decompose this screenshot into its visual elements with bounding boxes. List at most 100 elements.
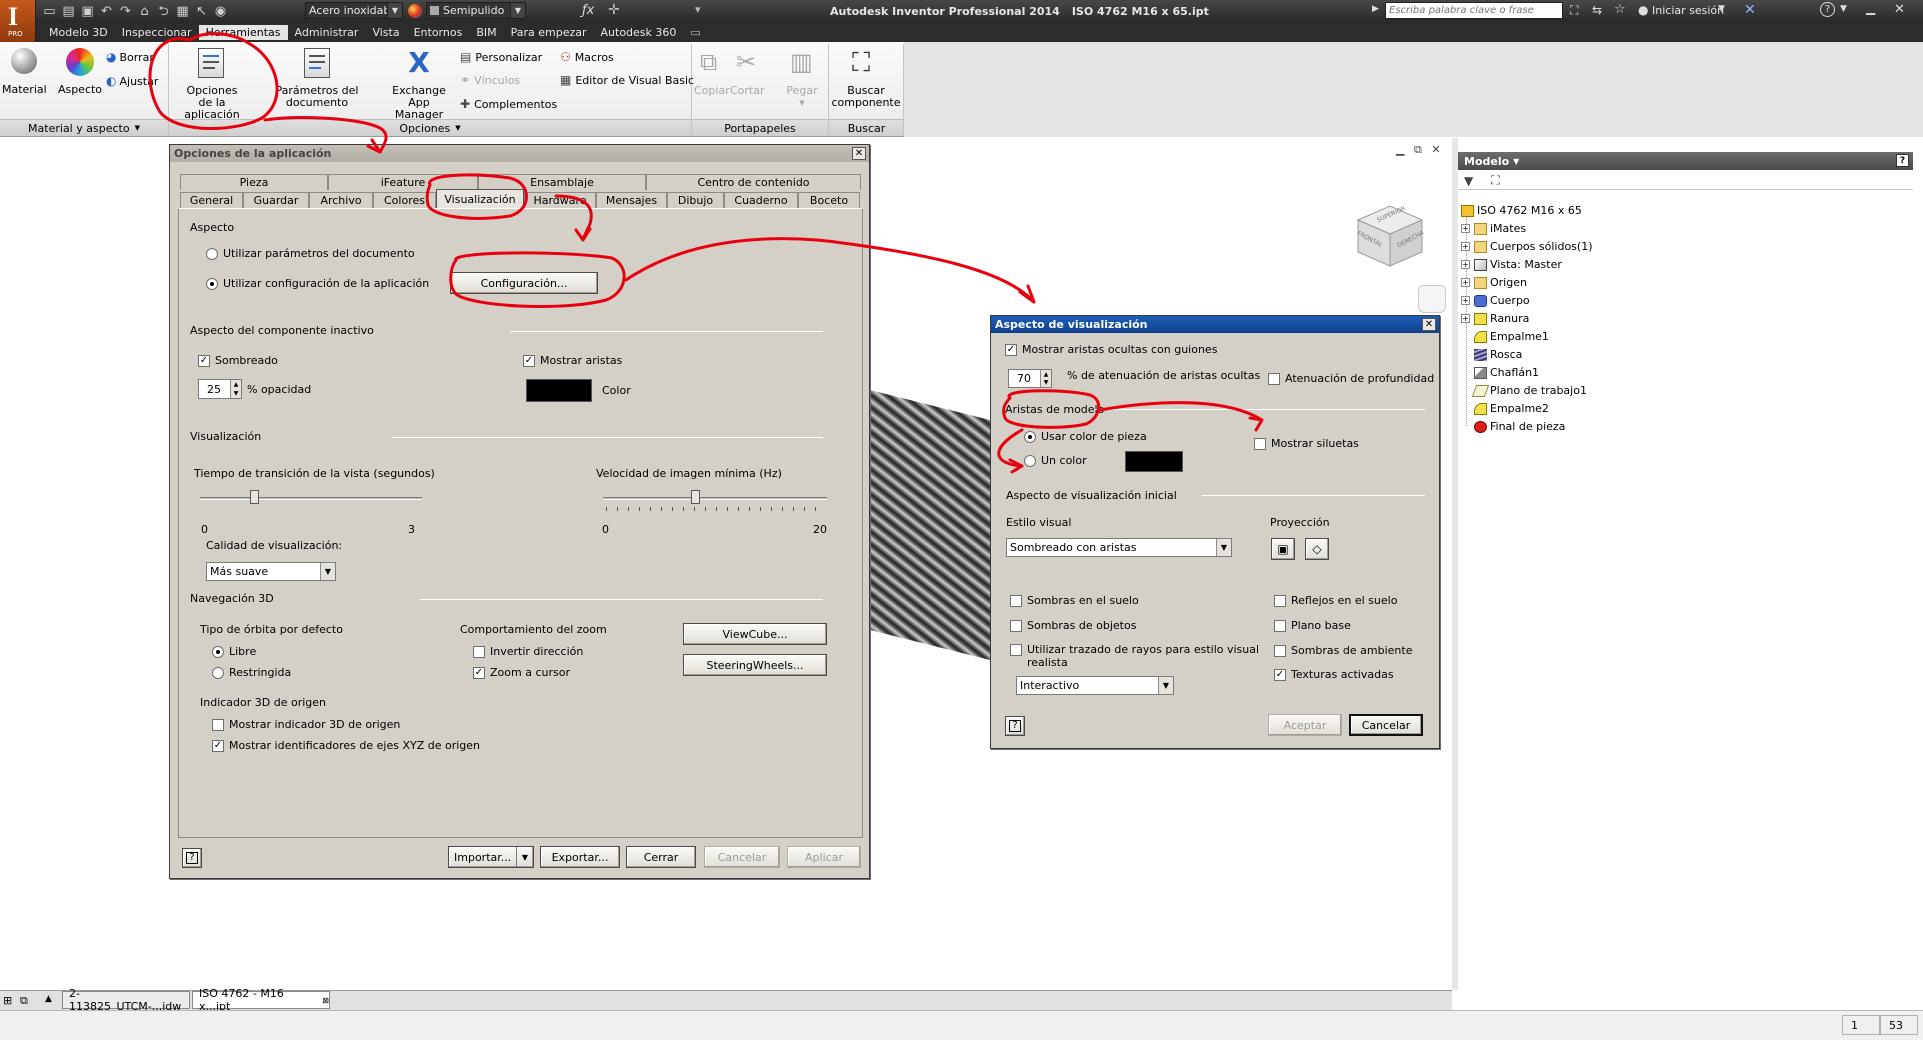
sombras-ambiente-checkbox[interactable]: Sombras de ambiente [1274, 644, 1412, 657]
communication-icon[interactable]: ⇆ [1592, 3, 1602, 17]
app-logo[interactable]: I PRO [0, 0, 36, 42]
copiar-button[interactable]: ⧉ Copiar [694, 46, 730, 98]
mostrar-ocultas-checkbox[interactable]: ✓ Mostrar aristas ocultas con guiones [1005, 343, 1217, 356]
signin-chevron-icon[interactable]: ▼ [1718, 4, 1725, 14]
undo-icon[interactable]: ↶ [99, 4, 114, 19]
atenuacion-stepper[interactable]: 70 ▲ ▼ [1008, 369, 1052, 388]
tab-colores[interactable]: Colores [373, 192, 436, 208]
estilo-select[interactable]: Sombreado con aristas ▼ [1006, 538, 1232, 557]
tab-ifeature[interactable]: iFeature [328, 174, 478, 190]
filter-icon[interactable]: ▼ [1464, 174, 1473, 188]
parametros-documento-button[interactable]: Parámetros del documento [252, 46, 382, 109]
tab-ensamblaje[interactable]: Ensamblaje [478, 174, 646, 190]
mostrar-indicador-checkbox[interactable]: Mostrar indicador 3D de origen [212, 718, 400, 731]
open-icon[interactable]: ▤ [61, 4, 76, 19]
tree-item-plano[interactable]: Plano de trabajo1 [1471, 383, 1587, 398]
vis-help-button[interactable]: ? [1005, 716, 1025, 736]
save-icon[interactable]: ▣ [80, 4, 95, 19]
cascade-icon[interactable]: ⧉ [20, 994, 28, 1008]
ribbon-toggle-icon[interactable]: ▭ [683, 25, 707, 40]
calidad-select[interactable]: Más suave ▼ [206, 562, 336, 581]
bolt-model[interactable] [870, 390, 990, 660]
tree-item-imates[interactable]: + iMates [1461, 221, 1526, 236]
cortar-button[interactable]: ✂ Cortar [730, 46, 765, 98]
zoom-cursor-checkbox[interactable]: ✓ Zoom a cursor [473, 666, 570, 679]
close-icon[interactable]: ✕ [1422, 318, 1436, 331]
tree-item-cuerpos[interactable]: + Cuerpos sólidos(1) [1461, 239, 1592, 254]
tab-mensajes[interactable]: Mensajes [596, 192, 667, 208]
sombras-objetos-checkbox[interactable]: Sombras de objetos [1010, 619, 1136, 632]
expand-icon[interactable]: + [1461, 224, 1470, 233]
personalizar-button[interactable]: ▤ Personalizar [460, 50, 542, 64]
material-button[interactable]: Material [2, 46, 47, 98]
finish-dropdown[interactable]: Semipulido ▼ [426, 2, 526, 19]
viewcube[interactable]: SUPERIOR FRONTAL DERECHA [1350, 190, 1430, 270]
tab-centro-contenido[interactable]: Centro de contenido [646, 174, 861, 190]
doc-tab-idw[interactable]: 2-113825_UTCM-...idw [62, 987, 190, 1013]
tab-herramientas[interactable]: Herramientas [198, 24, 288, 40]
un-color-swatch[interactable] [1125, 451, 1183, 472]
borrar-button[interactable]: ◕ Borrar [106, 50, 154, 64]
importar-button[interactable]: Importar... ▼ [448, 846, 534, 868]
redo-icon[interactable]: ↷ [118, 4, 133, 19]
tree-item-rosca[interactable]: Rosca [1474, 347, 1522, 362]
tab-autodesk-360[interactable]: Autodesk 360 [594, 25, 684, 40]
texturas-checkbox[interactable]: ✓ Texturas activadas [1274, 668, 1394, 681]
cancelar-button[interactable]: Cancelar [704, 846, 780, 868]
mostrar-ids-checkbox[interactable]: ✓ Mostrar identificadores de ejes XYZ de … [212, 739, 480, 752]
help-chevron-icon[interactable]: ▼ [1840, 4, 1847, 14]
search-input[interactable] [1385, 2, 1563, 19]
velocidad-slider-thumb[interactable] [691, 490, 700, 504]
home-view-icon[interactable] [1418, 285, 1446, 313]
projection-orthographic-button[interactable]: ▣ [1271, 538, 1295, 560]
vinculos-button[interactable]: ⚭ Vínculos [460, 73, 520, 87]
tree-item-vista[interactable]: + Vista: Master [1461, 257, 1562, 272]
material-dropdown[interactable]: Acero inoxidabl ▼ [305, 2, 403, 19]
tab-inspeccionar[interactable]: Inspeccionar [115, 25, 199, 40]
radio-un-color[interactable]: Un color [1024, 454, 1087, 467]
fx-icon[interactable]: ƒx [582, 3, 594, 18]
tab-pieza[interactable]: Pieza [180, 174, 328, 190]
opciones-aplicacion-button[interactable]: Opciones de la aplicación [172, 46, 252, 121]
search-expand-icon[interactable]: ▶ [1372, 4, 1379, 14]
tab-guardar[interactable]: Guardar [243, 192, 309, 208]
expand-icon[interactable]: + [1461, 278, 1470, 287]
tiempo-slider-thumb[interactable] [250, 490, 259, 504]
qat-more-icon[interactable]: ▾ [695, 3, 701, 16]
radio-libre[interactable]: Libre [212, 645, 256, 658]
atenuacion-profundidad-checkbox[interactable]: Atenuación de profundidad [1268, 372, 1434, 385]
tree-item-empalme2[interactable]: Empalme2 [1474, 401, 1549, 416]
radio-usar-aplicacion[interactable]: Utilizar configuración de la aplicación [206, 277, 429, 290]
steeringwheels-button[interactable]: SteeringWheels... [683, 654, 827, 676]
help-icon[interactable]: ? [1820, 2, 1835, 17]
mostrar-siluetas-checkbox[interactable]: Mostrar siluetas [1254, 437, 1359, 450]
expand-icon[interactable]: + [1461, 260, 1470, 269]
restore-icon[interactable]: ⧉ [1414, 143, 1422, 156]
help-button[interactable]: ? [182, 848, 202, 868]
color-swatch-button[interactable] [526, 379, 592, 402]
binoculars-icon[interactable]: ⛶ [1570, 3, 1578, 18]
close-app-icon[interactable]: ✕ [1894, 2, 1905, 17]
radio-usar-color-pieza[interactable]: Usar color de pieza [1024, 430, 1147, 443]
browser-help-icon[interactable]: ? [1896, 154, 1909, 167]
tab-boceto[interactable]: Boceto [798, 192, 860, 208]
aceptar-button[interactable]: Aceptar [1268, 714, 1342, 736]
tab-vista[interactable]: Vista [365, 25, 406, 40]
tree-item-chaflan1[interactable]: Chaflán1 [1474, 365, 1539, 380]
configuracion-button[interactable]: Configuración... [450, 272, 598, 294]
tab-dibujo[interactable]: Dibujo [667, 192, 724, 208]
cerrar-button[interactable]: Cerrar [626, 846, 696, 868]
plano-base-checkbox[interactable]: Plano base [1274, 619, 1351, 632]
aplicar-button[interactable]: Aplicar [787, 846, 861, 868]
panel-material-aspecto[interactable]: Material y aspecto ▼ [0, 120, 168, 136]
crosshair-icon[interactable]: ✛ [608, 2, 620, 18]
restore-minimize-icon[interactable]: ▁ [1396, 143, 1404, 156]
expand-icon[interactable]: + [1461, 242, 1470, 251]
exchange-app-manager-button[interactable]: X Exchange App Manager [384, 46, 454, 121]
aspecto-button[interactable]: Aspecto [56, 46, 104, 98]
vis-cancelar-button[interactable]: Cancelar [1349, 714, 1423, 736]
new-icon[interactable]: ▭ [42, 4, 57, 19]
select-icon[interactable]: ↖ [194, 4, 209, 19]
radio-restringida[interactable]: Restringida [212, 666, 291, 679]
macros-button[interactable]: ⚇ Macros [560, 50, 614, 64]
